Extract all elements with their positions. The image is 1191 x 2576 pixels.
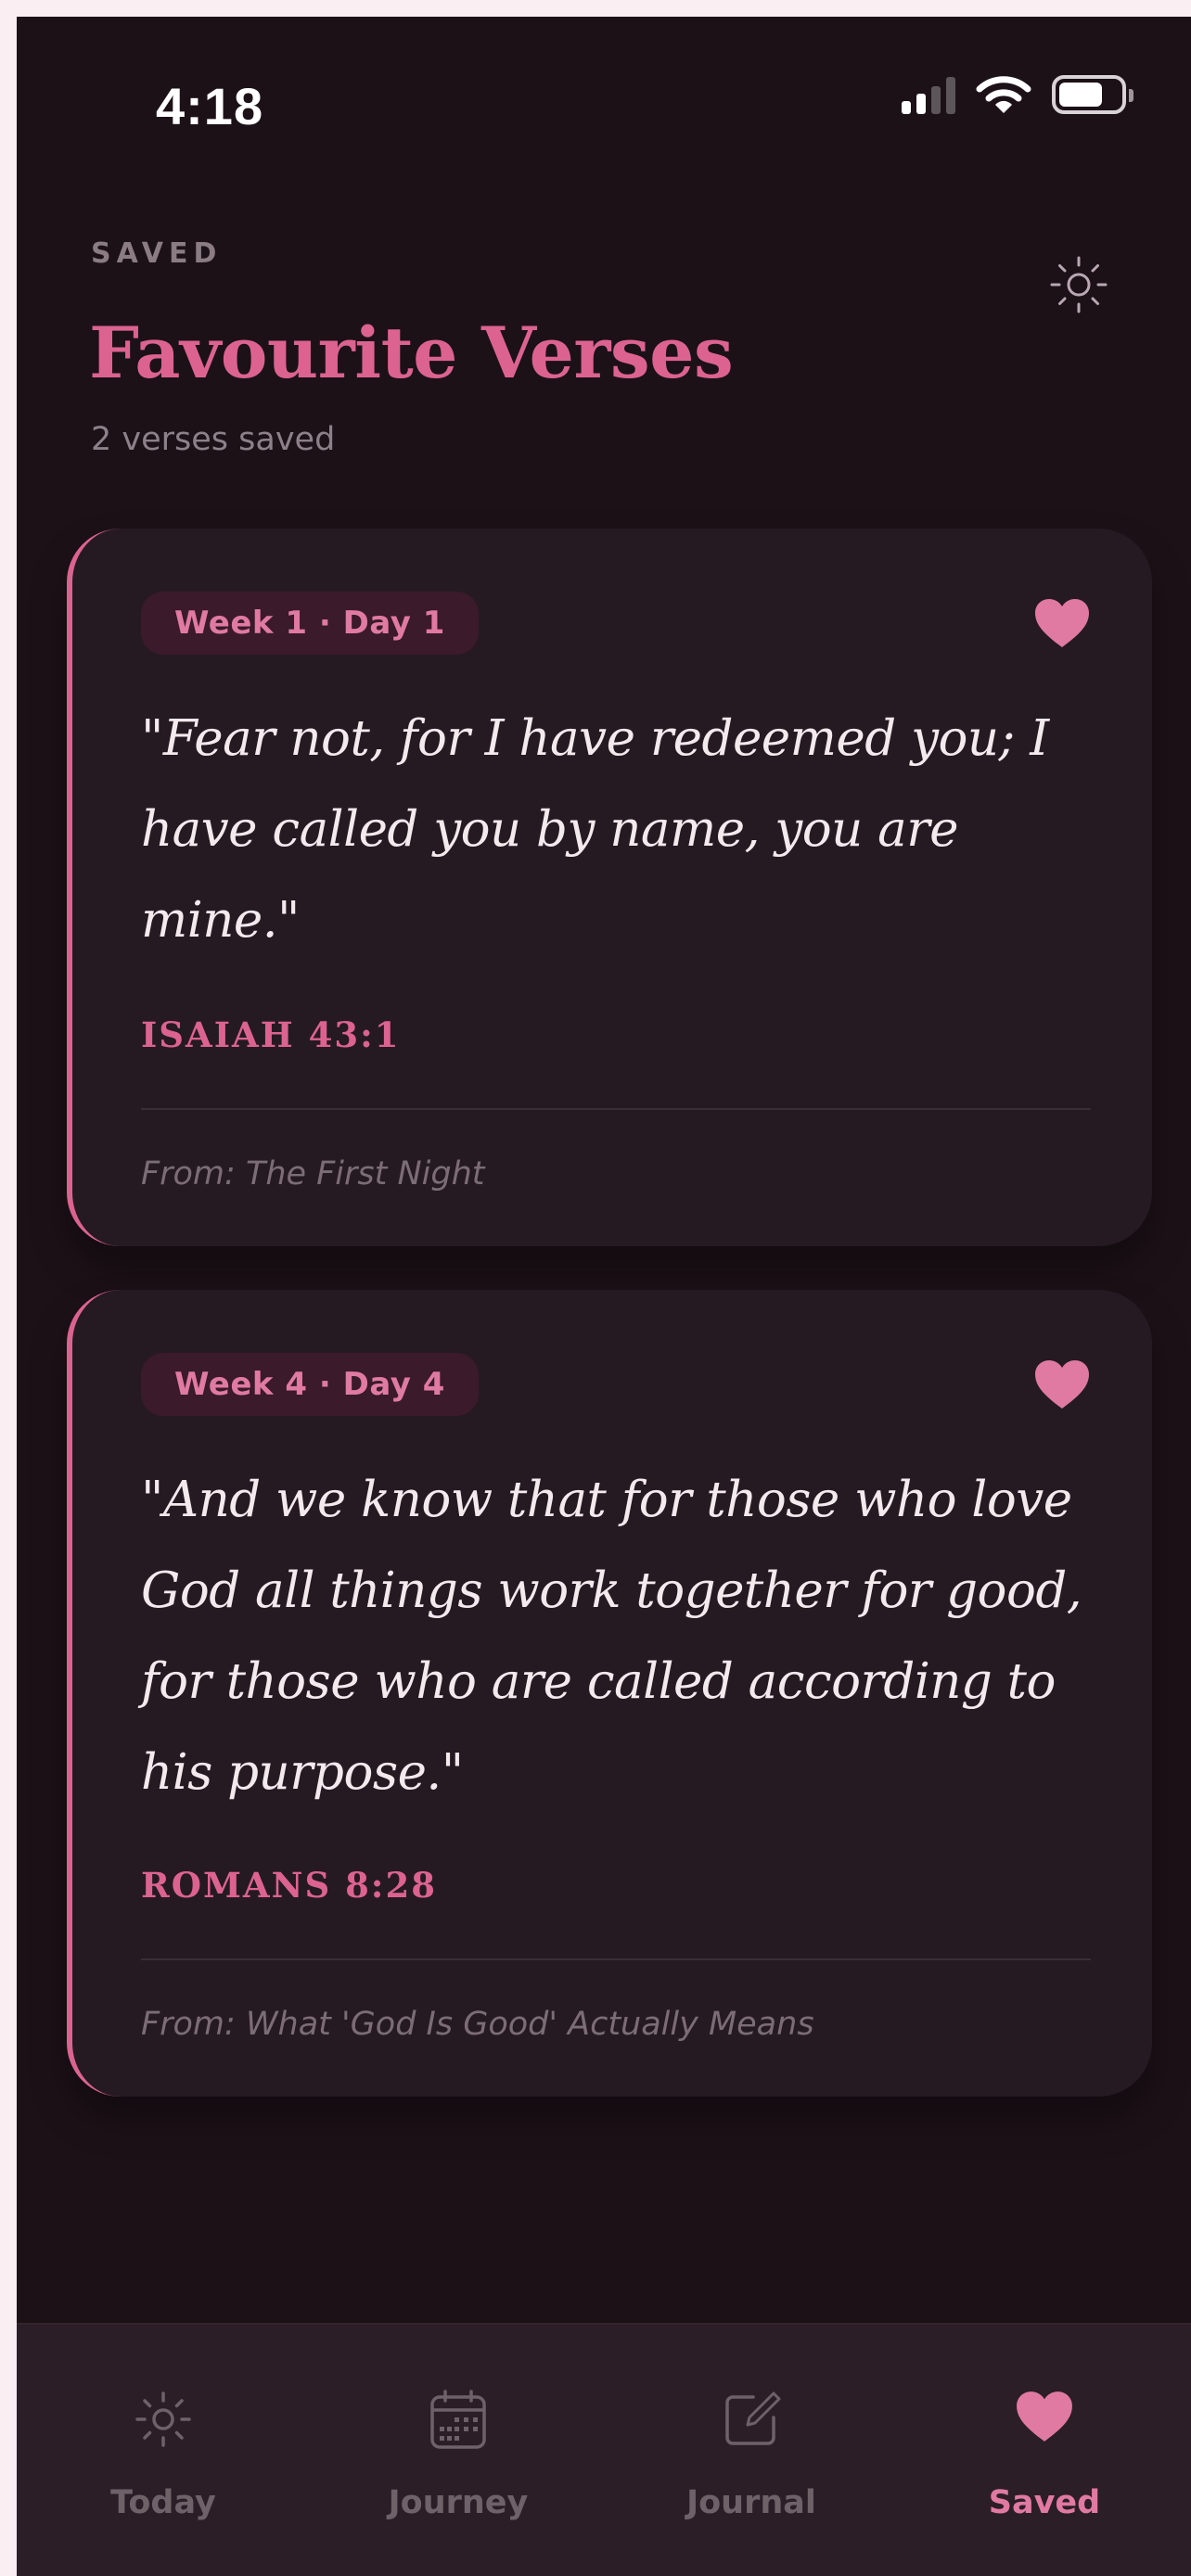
page-title: Favourite Verses xyxy=(89,312,734,394)
tab-label: Saved xyxy=(988,2484,1101,2521)
day-badge: Week 4 · Day 4 xyxy=(141,1353,479,1416)
status-time: 4:18 xyxy=(156,77,264,135)
verse-reference: ROMANS 8:28 xyxy=(141,1865,437,1906)
favourite-heart-icon[interactable] xyxy=(1033,597,1091,649)
tab-bar: Today Journey Journal Saved xyxy=(17,2323,1191,2576)
tab-label: Journal xyxy=(686,2484,816,2521)
tab-saved[interactable]: Saved xyxy=(898,2325,1191,2576)
tab-label: Journey xyxy=(388,2484,529,2521)
tab-journey[interactable]: Journey xyxy=(312,2325,605,2576)
verse-source: From: What 'God Is Good' Actually Means xyxy=(141,2006,814,2043)
signal-icon xyxy=(902,75,955,114)
verse-source: From: The First Night xyxy=(141,1155,485,1192)
theme-toggle-sun-icon[interactable] xyxy=(1046,252,1111,317)
verse-text: "Fear not, for I have redeemed you; I ha… xyxy=(141,710,1049,949)
battery-icon xyxy=(1052,75,1133,114)
heart-icon xyxy=(1017,2391,1072,2442)
verse-card[interactable]: Week 1 · Day 1 "Fear not, for I have red… xyxy=(67,529,1152,1246)
favourite-heart-icon[interactable] xyxy=(1033,1358,1091,1410)
tab-today[interactable]: Today xyxy=(17,2325,310,2576)
verse-text: "And we know that for those who love God… xyxy=(141,1472,1082,1801)
calendar-icon xyxy=(430,2390,486,2449)
day-badge: Week 1 · Day 1 xyxy=(141,592,479,655)
verse-reference: ISAIAH 43:1 xyxy=(141,1014,401,1055)
verse-count: 2 verses saved xyxy=(91,421,336,458)
wifi-icon xyxy=(976,76,1031,113)
section-eyebrow: SAVED xyxy=(91,237,223,270)
sun-icon xyxy=(135,2391,191,2447)
tab-journal[interactable]: Journal xyxy=(605,2325,898,2576)
divider xyxy=(141,1108,1091,1110)
tab-label: Today xyxy=(110,2484,216,2521)
verse-card[interactable]: Week 4 · Day 4 "And we know that for tho… xyxy=(67,1290,1152,2097)
app-screen: 4:18 SAVED Favourite Verses 2 verses sav… xyxy=(17,17,1191,2576)
divider xyxy=(141,1958,1091,1960)
status-icons xyxy=(902,74,1133,115)
edit-icon xyxy=(725,2391,781,2445)
